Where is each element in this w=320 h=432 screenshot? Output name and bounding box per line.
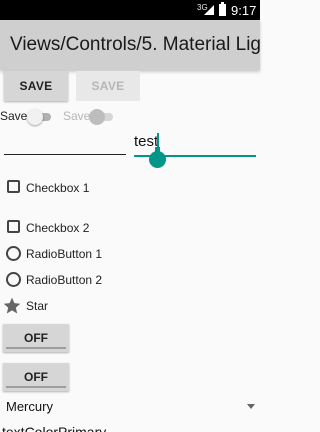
radio-button-2[interactable] bbox=[6, 272, 21, 287]
toggle-indicator bbox=[6, 386, 66, 388]
toggle-button-2-label: OFF bbox=[24, 370, 48, 384]
signal-icon bbox=[204, 5, 214, 15]
app-bar: Views/Controls/5. Material Light Theme bbox=[0, 20, 260, 70]
planet-spinner[interactable]: Mercury bbox=[6, 399, 53, 414]
status-time: 9:17 bbox=[231, 3, 257, 18]
toggle-button-1[interactable]: OFF bbox=[3, 324, 69, 352]
save-button-disabled: SAVE bbox=[76, 71, 140, 101]
checkbox-2[interactable] bbox=[7, 220, 20, 233]
page-title: Views/Controls/5. Material Light Theme bbox=[10, 34, 260, 55]
battery-icon bbox=[219, 2, 226, 16]
save-switch-disabled-thumb bbox=[89, 109, 105, 125]
toggle-button-1-label: OFF bbox=[24, 331, 48, 345]
switch-label-disabled: Save bbox=[63, 109, 91, 123]
radio-button-2-label: RadioButton 2 bbox=[26, 273, 103, 287]
star-label: Star bbox=[26, 299, 49, 313]
dropdown-arrow-icon[interactable] bbox=[247, 404, 255, 409]
switch-label: Save bbox=[0, 109, 28, 123]
toggle-indicator bbox=[6, 347, 66, 349]
text-color-primary-label: textColorPrimary bbox=[2, 424, 107, 432]
save-button[interactable]: SAVE bbox=[4, 71, 68, 101]
checkbox-2-label: Checkbox 2 bbox=[26, 221, 90, 235]
status-bar: 3G 9:17 bbox=[0, 0, 260, 20]
text-field-empty[interactable] bbox=[4, 154, 126, 155]
toggle-button-2[interactable]: OFF bbox=[3, 363, 69, 391]
checkbox-1-label: Checkbox 1 bbox=[26, 181, 90, 195]
radio-button-1-label: RadioButton 1 bbox=[26, 247, 103, 261]
checkbox-1[interactable] bbox=[7, 180, 20, 193]
radio-button-1[interactable] bbox=[6, 246, 21, 261]
save-switch-thumb[interactable] bbox=[27, 109, 43, 125]
text-selection-handle[interactable] bbox=[149, 147, 166, 168]
star-icon[interactable] bbox=[2, 296, 22, 316]
